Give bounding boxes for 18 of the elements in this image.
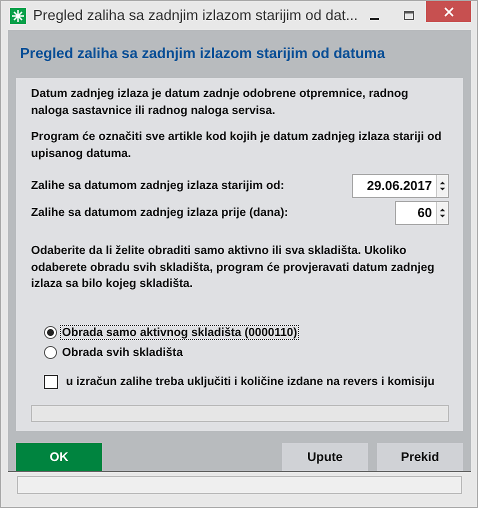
field-label: Zalihe sa datumom zadnjeg izlaza prije (dana): xyxy=(31,206,288,219)
dialog-button[interactable]: Upute xyxy=(282,442,368,470)
close-icon xyxy=(444,6,454,16)
dialog-button[interactable]: Prekid xyxy=(377,442,463,470)
checkbox-option[interactable]: u izračun zalihe treba uključiti i količine izdane na revers i komisiju xyxy=(44,374,449,388)
close-button[interactable] xyxy=(426,1,471,22)
field-label: Zalihe sa datumom zadnjeg izlaza starijim od: xyxy=(31,179,284,192)
app-icon xyxy=(10,8,26,24)
number-spinner[interactable]: 60 xyxy=(395,200,449,224)
info-text: Datum zadnjeg izlaza je datum zadnje odobrene otpremnice, radnog naloga sastavnice ili radnog naloga servisa. xyxy=(31,86,410,118)
info-text: Program će označiti sve artikle kod kojih je datum zadnjeg izlaza stariji od upisanog datuma. xyxy=(31,129,442,162)
window-title: Pregled zaliha sa zadnjim izlazom starijim od dat... xyxy=(33,8,358,24)
info-text: Odaberite da li želite obraditi samo aktivno ili sva skladišta. Ukoliko odaberete obradu svih skladišta, program će provjeravati datum zadnjeg izlaza sa bilo kojeg skladišta. xyxy=(31,243,436,292)
dialog-heading: Pregled zaliha sa zadnjim izlazom starijim od datuma xyxy=(20,46,386,62)
radio-option[interactable]: Obrada svih skladišta xyxy=(44,342,449,362)
ok-button[interactable]: OK xyxy=(16,442,102,470)
date-spinner[interactable]: 29.06.2017 xyxy=(352,174,449,198)
radio-option[interactable]: Obrada samo aktivnog skladišta (0000110) xyxy=(44,322,449,342)
